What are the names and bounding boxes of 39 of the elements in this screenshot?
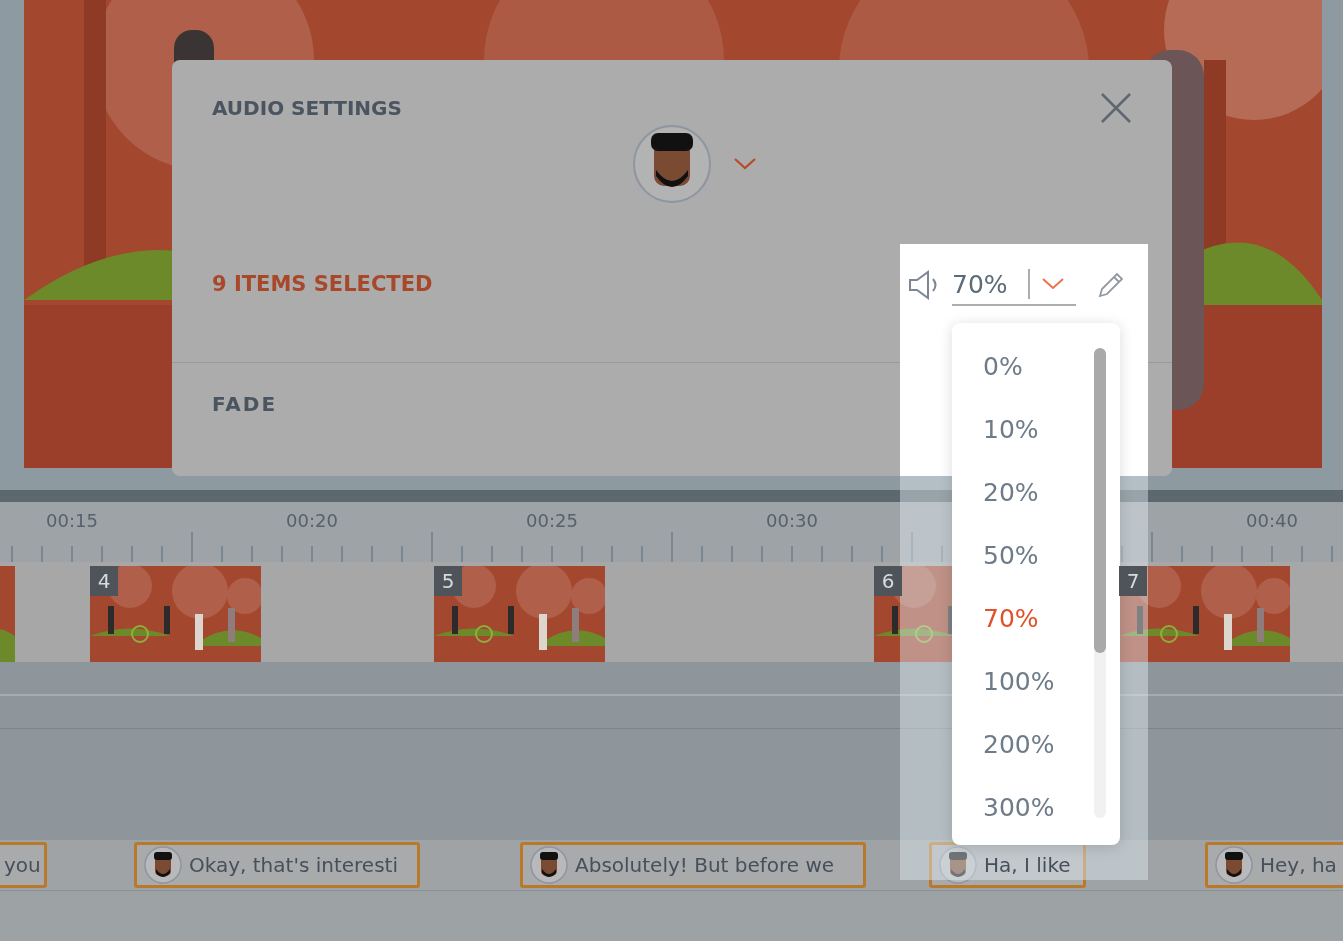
clip-number: 4 bbox=[90, 566, 118, 596]
menu-option[interactable]: 300% bbox=[952, 776, 1072, 839]
clip-caption: you bbox=[4, 853, 41, 877]
section-label: FADE bbox=[212, 392, 278, 416]
audio-clip[interactable]: Okay, that's interesti bbox=[134, 842, 420, 888]
close-icon[interactable] bbox=[1100, 92, 1132, 124]
pencil-icon[interactable] bbox=[1096, 270, 1126, 300]
video-clip[interactable]: 5 bbox=[434, 566, 605, 662]
menu-option[interactable]: 200% bbox=[952, 713, 1072, 776]
clip-caption: Absolutely! But before we bbox=[575, 853, 835, 877]
avatar-icon[interactable] bbox=[632, 124, 712, 204]
selection-count: 9 ITEMS SELECTED bbox=[212, 272, 433, 296]
audio-clip[interactable]: you bbox=[0, 842, 47, 888]
audio-clip[interactable]: Absolutely! But before we bbox=[520, 842, 866, 888]
time-label: 00:40 bbox=[1245, 510, 1299, 531]
clip-caption: Ha, I like bbox=[984, 853, 1071, 877]
time-label: 00:30 bbox=[765, 510, 819, 531]
dialog-title: AUDIO SETTINGS bbox=[212, 96, 402, 120]
caret-icon[interactable] bbox=[734, 158, 756, 170]
clip-number: 6 bbox=[874, 566, 902, 596]
time-label: 00:15 bbox=[45, 510, 99, 531]
clip-number: 5 bbox=[434, 566, 462, 596]
clip-caption: Okay, that's interesti bbox=[189, 853, 398, 877]
menu-option[interactable]: 10% bbox=[952, 398, 1072, 461]
menu-option[interactable]: 20% bbox=[952, 461, 1072, 524]
volume-select[interactable]: 70% bbox=[952, 264, 1076, 306]
clip-caption: Hey, ha bbox=[1260, 853, 1337, 877]
time-label: 00:25 bbox=[525, 510, 579, 531]
menu-option[interactable]: 70% bbox=[952, 587, 1072, 650]
video-clip[interactable]: 4 bbox=[90, 566, 261, 662]
menu-option[interactable]: 0% bbox=[952, 335, 1072, 398]
caret-icon[interactable] bbox=[1041, 278, 1064, 290]
time-label: 00:20 bbox=[285, 510, 339, 531]
menu-option[interactable]: 100% bbox=[952, 650, 1072, 713]
menu-option[interactable]: 50% bbox=[952, 524, 1072, 587]
clip-number: 7 bbox=[1119, 566, 1147, 596]
audio-clip[interactable]: Hey, ha bbox=[1205, 842, 1343, 888]
scrollbar[interactable] bbox=[1094, 348, 1106, 818]
video-clip[interactable] bbox=[0, 566, 15, 662]
